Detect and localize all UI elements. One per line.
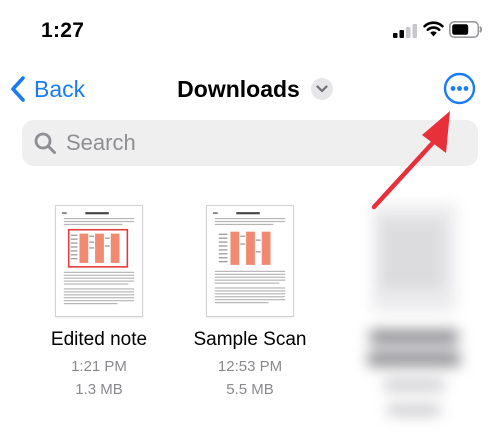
file-item[interactable]: Sample Scan 12:53 PM 5.5 MB (175, 205, 325, 400)
file-size: 1.3 MB (75, 381, 123, 398)
nav-title-group: Downloads (177, 76, 333, 103)
status-time: 1:27 (41, 19, 85, 42)
file-size: 5.5 MB (226, 381, 274, 398)
wifi-icon (423, 21, 444, 37)
status-bar: 1:27 (0, 0, 500, 60)
file-name: Edited note (50, 329, 148, 350)
cellular-signal-icon (393, 24, 417, 38)
magnifier-icon (34, 132, 56, 154)
chevron-down-icon (316, 85, 328, 93)
battery-icon (449, 21, 483, 38)
file-item[interactable]: Edited note 1:21 PM 1.3 MB (24, 205, 174, 400)
file-time: 12:53 PM (217, 358, 283, 375)
document-thumbnail (55, 205, 143, 317)
file-time: 1:21 PM (71, 358, 127, 375)
title-menu-button[interactable] (310, 78, 333, 100)
annotation-arrow-icon (371, 111, 450, 210)
blurred-file-item (366, 200, 462, 430)
file-name: Sample Scan (193, 329, 307, 350)
document-thumbnail (206, 205, 294, 317)
page-title: Downloads (177, 75, 300, 102)
